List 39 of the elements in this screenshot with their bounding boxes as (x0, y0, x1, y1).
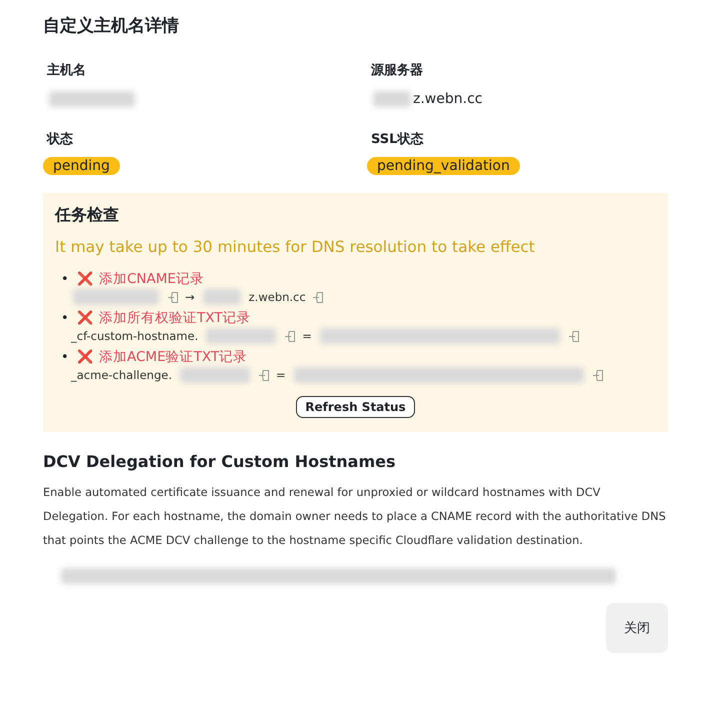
record-text: z.webn.cc (413, 91, 482, 107)
task-label: 添加所有权验证TXT记录 (99, 309, 251, 327)
status-badge: pending_validation (367, 157, 520, 175)
redacted-text (202, 289, 241, 305)
panel-title: 任务检查 (55, 205, 120, 226)
cross-icon: ❌ (77, 349, 93, 365)
description-text: Enable automated certificate issuance and renewal for unproxied or wildcard hostnames with DCV Delegation. For each hostname, the domain owner needs to place a CNAME record with the authoritative DNS that points the ACME DCV challenge to the hostname specific Cloudflare validation destination. (43, 485, 667, 549)
copy-icon[interactable] (568, 330, 580, 342)
task-label: 添加ACME验证TXT记录 (99, 348, 248, 366)
copy-icon[interactable] (284, 330, 296, 342)
bullet: • (61, 272, 70, 286)
bullet: • (61, 310, 70, 326)
notice-text: It may take up to 30 minutes for DNS resolution to take effect (55, 238, 536, 256)
field-label: 主机名 (47, 62, 87, 79)
copy-icon[interactable] (592, 368, 604, 382)
field-label: 源服务器 (371, 62, 424, 79)
bullet: • (61, 350, 70, 364)
redacted-text (373, 91, 411, 107)
redacted-text (206, 328, 276, 344)
copy-icon[interactable] (167, 290, 179, 304)
field-label: 状态 (47, 131, 74, 148)
refresh-button[interactable]: Refresh Status (296, 396, 415, 418)
record-text: _cf-custom-hostname. (71, 329, 198, 343)
redacted-text (180, 367, 250, 383)
record-text: = (302, 329, 312, 343)
record-text: z.webn.cc (248, 290, 306, 304)
close-button[interactable]: 关闭 (606, 603, 668, 653)
field-label: SSL状态 (371, 131, 424, 148)
record-text: _acme-challenge. (71, 368, 172, 382)
task-label: 添加CNAME记录 (99, 270, 204, 288)
cross-icon: ❌ (77, 271, 93, 287)
copy-icon[interactable] (258, 368, 270, 382)
status-badge: pending (43, 157, 120, 175)
cross-icon: ❌ (77, 310, 93, 326)
record-text: = (276, 368, 286, 382)
dialog-title: 自定义主机名详情 (43, 15, 180, 37)
record-text: → (185, 290, 195, 304)
section-title: DCV Delegation for Custom Hostnames (43, 452, 397, 471)
copy-icon[interactable] (312, 290, 324, 304)
